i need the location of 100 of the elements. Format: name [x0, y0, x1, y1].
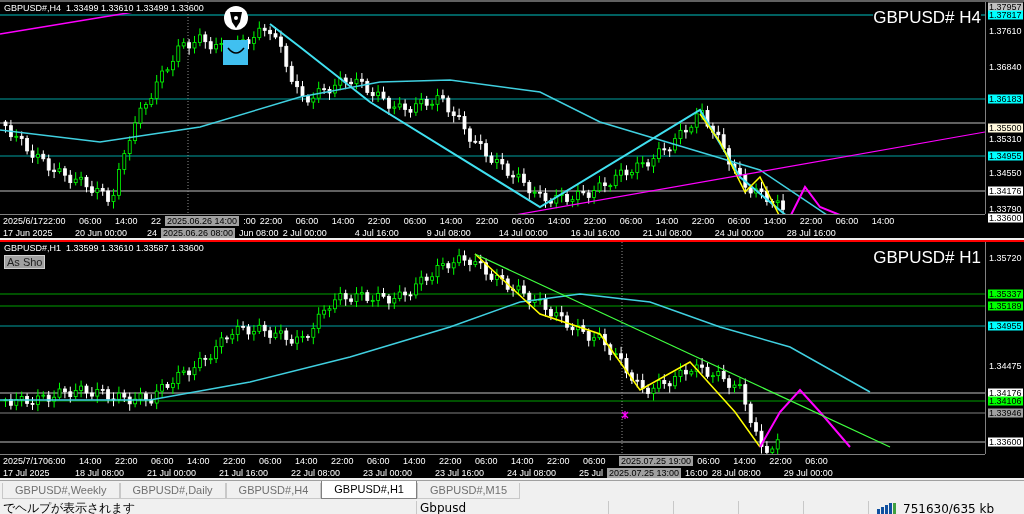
time-label: 23 Jul 16:00 — [435, 468, 486, 478]
time-label: 2025/6/17 — [3, 216, 44, 226]
time-label: 06:00 — [805, 456, 829, 466]
chart-tab[interactable]: GBPUSD#,H4 — [225, 483, 322, 499]
time-label: 2 Jul 00:00 — [282, 228, 328, 238]
time-label: 06:00 — [583, 456, 607, 466]
price-label: 1.33600 — [988, 437, 1023, 447]
time-label: 14:00 — [187, 456, 211, 466]
star-mark-icon — [621, 410, 629, 420]
price-label: 1.34176 — [988, 186, 1023, 196]
time-label: 22:00 — [583, 216, 608, 226]
time-label: 9 Jul 08:00 — [426, 228, 472, 238]
time-label: :00 — [243, 216, 257, 226]
time-label: 24 Jul 08:00 — [507, 468, 558, 478]
time-label: 06:00 — [151, 456, 175, 466]
time-label: 25 Jul — [579, 468, 605, 478]
time-label: 22:00 — [259, 216, 284, 226]
price-label: 1.35189 — [988, 301, 1023, 311]
smile-icon[interactable] — [223, 40, 248, 65]
time-label: 14:00 — [115, 216, 139, 226]
time-label: 20 Jun 00:00 — [75, 228, 129, 238]
time-label: 24 — [147, 228, 158, 238]
price-label: 1.34106 — [988, 396, 1023, 406]
as-shown-button[interactable]: As Sho — [4, 255, 46, 269]
price-label: 1.36840 — [988, 62, 1023, 72]
price-label: 1.35500 — [988, 123, 1023, 133]
time-label: 22:00 — [331, 456, 355, 466]
price-label: 1.33600 — [988, 213, 1023, 223]
time-label: 06:00 — [619, 216, 644, 226]
time-label: 06:00 — [511, 216, 536, 226]
connection-bars-icon — [877, 502, 899, 514]
time-label: 06:00 — [727, 216, 752, 226]
time-label: 28 Jul 16:00 — [786, 228, 837, 238]
time-label: 2025.07.25 19:00 — [619, 456, 694, 466]
time-label: 06:00 — [259, 456, 283, 466]
status-help-text: でヘルプが表示されます — [0, 501, 417, 514]
time-label: 22:00 — [43, 216, 67, 226]
time-label: 28 Jul 08:00 — [711, 468, 762, 478]
time-label: 14:00 — [547, 216, 572, 226]
time-label: 16 Jul 16:00 — [570, 228, 621, 238]
traffic-counter: 751630/635 kb — [903, 501, 995, 514]
price-label: 1.34550 — [988, 168, 1023, 178]
time-label: 22:00 — [115, 456, 139, 466]
time-label: 22:00 — [367, 216, 392, 226]
price-label: 1.34955 — [988, 151, 1023, 161]
price-label: 1.34955 — [988, 321, 1023, 331]
time-label: 17 Jul 2025 — [3, 468, 51, 478]
time-label: 06:00 — [475, 456, 499, 466]
time-label: 2025.06.26 08:00 — [161, 228, 236, 238]
time-label: 17 Jun 2025 — [3, 228, 54, 238]
chart-tab[interactable]: GBPUSD#,Daily — [119, 483, 226, 499]
price-label: 1.35720 — [988, 253, 1023, 263]
time-label: 22:00 — [691, 216, 716, 226]
time-label: 06:00 — [79, 216, 103, 226]
time-label: 14:00 — [511, 456, 535, 466]
time-label: 06:00 — [367, 456, 391, 466]
time-label: 4 Jul 16:00 — [354, 228, 400, 238]
time-label: Jun 08:00 — [239, 228, 280, 238]
chart-header: GBPUSD#,H1 1.33599 1.33610 1.33587 1.33600 — [4, 243, 204, 253]
time-label: 2025.06.26 14:00 — [165, 216, 240, 226]
chart-tab[interactable]: GBPUSD#,Weekly — [2, 483, 120, 499]
time-label: 06:00 — [403, 216, 428, 226]
time-label: 14:00 — [403, 456, 427, 466]
time-label: 2025.07.25 13:00 — [607, 468, 682, 478]
time-label: 22:00 — [799, 216, 824, 226]
time-label: 14:00 — [439, 216, 464, 226]
time-label: 14:00 — [763, 216, 788, 226]
pen-icon[interactable] — [224, 6, 248, 30]
chart-header: GBPUSD#,H4 1.33499 1.33610 1.33499 1.33600 — [4, 3, 204, 13]
price-label: 1.37817 — [988, 10, 1023, 20]
time-label: 21 Jul 00:00 — [147, 468, 198, 478]
time-label: 14:00 — [871, 216, 896, 226]
time-label: 2025/7/17 — [3, 456, 44, 466]
time-label: 22:00 — [223, 456, 247, 466]
price-label: 1.37610 — [988, 26, 1023, 36]
time-label: 14:00 — [733, 456, 757, 466]
time-label: 06:00 — [43, 456, 67, 466]
time-label: 14:00 — [655, 216, 680, 226]
chart-tab[interactable]: GBPUSD#,H1 — [321, 481, 417, 499]
time-label: 14:00 — [79, 456, 103, 466]
time-label: 06:00 — [697, 456, 721, 466]
time-label: 06:00 — [835, 216, 860, 226]
time-label: 22:00 — [475, 216, 500, 226]
time-label: 23 Jul 00:00 — [363, 468, 414, 478]
price-label: 1.35337 — [988, 289, 1023, 299]
time-label: 16:00 — [685, 468, 709, 478]
time-label: 18 Jul 08:00 — [75, 468, 126, 478]
time-label: 06:00 — [295, 216, 320, 226]
time-label: 22 Jul 08:00 — [291, 468, 342, 478]
price-label: 1.34176 — [988, 388, 1023, 398]
profile-name: Gbpusd — [417, 501, 609, 514]
price-label: 1.35310 — [988, 134, 1023, 144]
time-label: 21 Jul 16:00 — [219, 468, 270, 478]
time-label: 21 Jul 08:00 — [642, 228, 693, 238]
price-label: 1.34475 — [988, 361, 1023, 371]
price-label: 1.33790 — [988, 204, 1023, 214]
chart-tab[interactable]: GBPUSD#,M15 — [417, 483, 520, 499]
time-label: 22:00 — [439, 456, 463, 466]
time-label: 22 — [151, 216, 163, 226]
time-label: 14:00 — [295, 456, 319, 466]
